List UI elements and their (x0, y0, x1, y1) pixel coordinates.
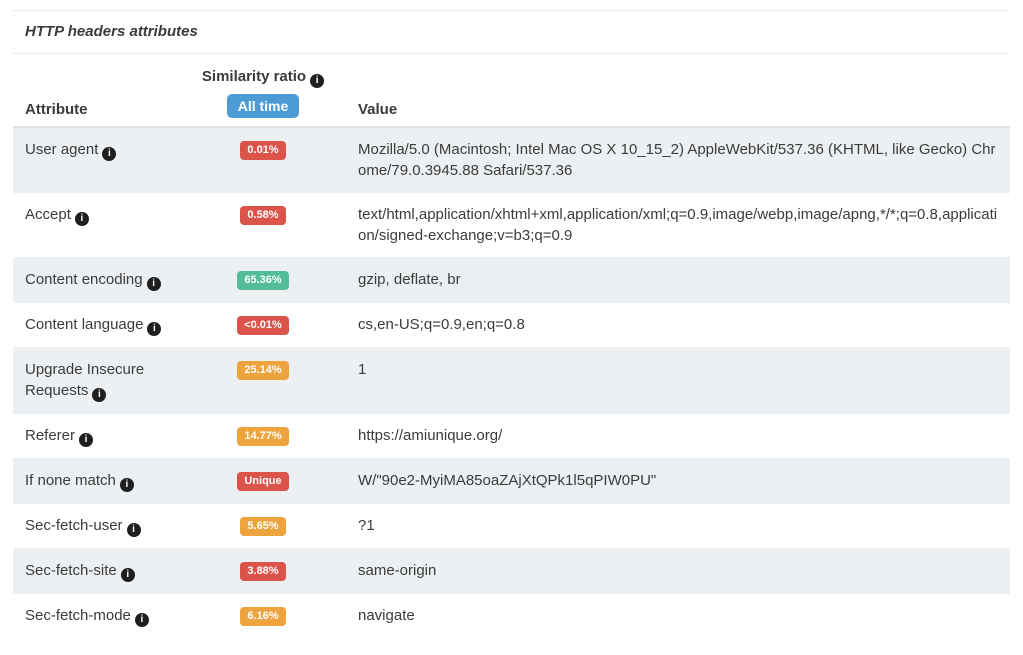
attribute-value: https://amiunique.org/ (318, 414, 1010, 459)
info-icon[interactable]: i (135, 613, 149, 627)
attribute-label: Referer (25, 427, 75, 444)
attribute-value: gzip, deflate, br (318, 258, 1010, 303)
attribute-value: navigate (318, 594, 1010, 639)
info-icon[interactable]: i (92, 388, 106, 402)
attribute-value: ?1 (318, 504, 1010, 549)
attribute-label: Content language (25, 316, 143, 333)
attribute-label: Sec-fetch-mode (25, 607, 131, 624)
table-row: Referer i 14.77% https://amiunique.org/ (13, 414, 1010, 459)
table-row: Sec-fetch-mode i 6.16% navigate (13, 594, 1010, 639)
ratio-badge: 5.65% (240, 517, 285, 536)
info-icon[interactable]: i (120, 478, 134, 492)
table-row: Sec-fetch-site i 3.88% same-origin (13, 549, 1010, 594)
attribute-label: Upgrade Insecure Requests (25, 361, 144, 399)
info-icon[interactable]: i (127, 523, 141, 537)
info-icon[interactable]: i (75, 212, 89, 226)
ratio-badge: 0.01% (240, 141, 285, 160)
ratio-badge: 25.14% (237, 361, 288, 380)
panel-title: HTTP headers attributes (13, 10, 1010, 54)
table-row: Content encoding i 65.36% gzip, deflate, … (13, 258, 1010, 303)
attribute-value: text/html,application/xhtml+xml,applicat… (318, 193, 1010, 258)
info-icon[interactable]: i (147, 277, 161, 291)
table-row: Content language i <0.01% cs,en-US;q=0.9,… (13, 303, 1010, 348)
attribute-value: Mozilla/5.0 (Macintosh; Intel Mac OS X 1… (318, 127, 1010, 193)
table-row: Upgrade Insecure Requestsi 25.14% 1 (13, 348, 1010, 414)
ratio-badge: 65.36% (237, 271, 288, 290)
table-row: Sec-fetch-user i 5.65% ?1 (13, 504, 1010, 549)
info-icon[interactable]: i (147, 322, 161, 336)
attribute-value: cs,en-US;q=0.9,en;q=0.8 (318, 303, 1010, 348)
table-row: If none match i Unique W/"90e2-MyiMA85oaZ… (13, 459, 1010, 504)
value-column-header: Value (318, 54, 1010, 127)
similarity-ratio-column-header: Similarity ratioi All time (208, 54, 318, 127)
attribute-label: If none match (25, 472, 116, 489)
headers-attributes-table: Attribute Similarity ratioi All time Val… (13, 54, 1010, 638)
info-icon[interactable]: i (310, 74, 324, 88)
attribute-label: Sec-fetch-user (25, 517, 123, 534)
ratio-badge: 6.16% (240, 607, 285, 626)
attribute-label: Accept (25, 206, 71, 223)
attribute-label: User agent (25, 141, 98, 158)
attribute-label: Content encoding (25, 271, 143, 288)
ratio-badge: <0.01% (237, 316, 289, 335)
info-icon[interactable]: i (79, 433, 93, 447)
similarity-ratio-label: Similarity ratio (202, 68, 306, 85)
ratio-badge: 3.88% (240, 562, 285, 581)
ratio-badge: Unique (237, 472, 288, 491)
table-row: User agent i 0.01% Mozilla/5.0 (Macintosh… (13, 127, 1010, 193)
attribute-value: 1 (318, 348, 1010, 414)
all-time-badge[interactable]: All time (227, 94, 300, 118)
http-headers-panel: HTTP headers attributes Attribute Simila… (13, 0, 1010, 638)
info-icon[interactable]: i (121, 568, 135, 582)
info-icon[interactable]: i (102, 147, 116, 161)
table-header-row: Attribute Similarity ratioi All time Val… (13, 54, 1010, 127)
attribute-value: same-origin (318, 549, 1010, 594)
table-body: User agent i 0.01% Mozilla/5.0 (Macintosh… (13, 127, 1010, 638)
ratio-badge: 14.77% (237, 427, 288, 446)
attribute-value: W/"90e2-MyiMA85oaZAjXtQPk1l5qPIW0PU" (318, 459, 1010, 504)
table-row: Accepti 0.58% text/html,application/xhtm… (13, 193, 1010, 258)
ratio-badge: 0.58% (240, 206, 285, 225)
attribute-label: Sec-fetch-site (25, 562, 117, 579)
attribute-column-header: Attribute (13, 54, 208, 127)
